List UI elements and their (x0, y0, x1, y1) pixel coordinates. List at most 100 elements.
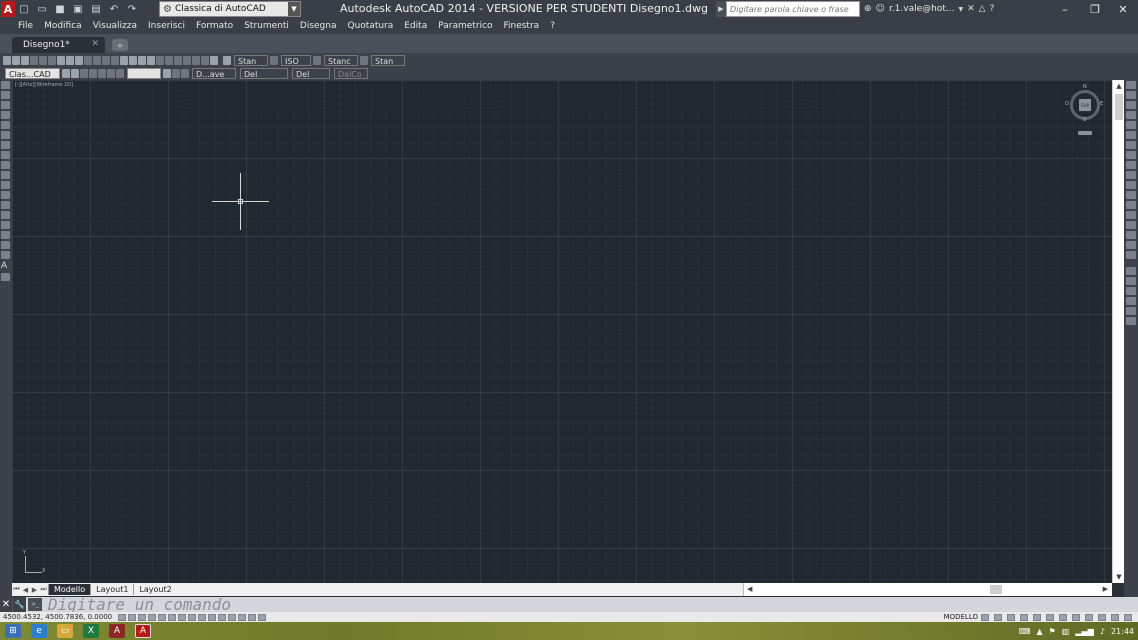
menu-finestra[interactable]: Finestra (503, 21, 539, 31)
text-style-combo[interactable]: Stan (234, 55, 268, 66)
hatch-to-back-icon[interactable] (1126, 307, 1136, 315)
tab-layout1[interactable]: Layout1 (90, 584, 133, 595)
add-selected-icon[interactable] (1, 273, 10, 281)
preview-icon[interactable] (39, 56, 47, 65)
horizontal-scroll-thumb[interactable] (990, 585, 1002, 594)
redo-icon[interactable]: ↷ (125, 2, 139, 16)
gradient-icon[interactable] (1, 231, 10, 239)
lineweight-toggle[interactable] (218, 613, 227, 621)
undo-icon[interactable]: ↶ (107, 2, 121, 16)
command-input[interactable]: Digitare un comando (44, 597, 231, 613)
clock[interactable]: 21:44 (1111, 627, 1134, 636)
wcs-menu-button[interactable] (1078, 131, 1092, 135)
text-style-icon[interactable] (223, 56, 231, 65)
revision-cloud-icon[interactable] (1, 151, 10, 159)
chevron-down-icon[interactable]: ▼ (288, 2, 300, 16)
annotation-monitor-toggle[interactable] (258, 613, 267, 621)
isolate-objects-icon[interactable] (1111, 613, 1119, 621)
linetype-combo[interactable]: Del (240, 68, 288, 79)
close-icon[interactable]: ✕ (91, 39, 99, 49)
horizontal-scrollbar[interactable]: ◀ ▶ (743, 583, 1112, 596)
circle-icon[interactable] (1, 141, 10, 149)
previous-layout-icon[interactable]: ◀ (21, 586, 30, 594)
grid-toggle[interactable] (138, 613, 147, 621)
markup-icon[interactable] (192, 56, 200, 65)
design-center-icon[interactable] (165, 56, 173, 65)
zoom-previous-icon[interactable] (147, 56, 155, 65)
network-icon[interactable]: ▥ (1062, 627, 1070, 636)
scale-icon[interactable] (1126, 151, 1136, 159)
new-tab-button[interactable]: + (112, 39, 128, 51)
menu-visualizza[interactable]: Visualizza (93, 21, 137, 31)
file-explorer-icon[interactable]: ▭ (57, 624, 73, 638)
layer-manager-icon[interactable] (62, 69, 70, 78)
signal-icon[interactable]: ▂▄▆ (1075, 627, 1093, 636)
explode-icon[interactable] (1126, 251, 1136, 259)
quick-properties-toggle[interactable] (238, 613, 247, 621)
quick-view-drawings-icon[interactable] (994, 613, 1002, 621)
menu-modifica[interactable]: Modifica (44, 21, 82, 31)
rectangle-icon[interactable] (1, 121, 10, 129)
transparency-toggle[interactable] (228, 613, 237, 621)
workspace-switch-icon[interactable] (1072, 613, 1080, 621)
autocad-active-taskbar-icon[interactable]: A (135, 624, 151, 638)
dim-style-combo[interactable]: ISO (281, 55, 311, 66)
save-icon[interactable] (21, 56, 29, 65)
stretch-icon[interactable] (1126, 161, 1136, 169)
viewcube-face-top[interactable]: SUP (1079, 99, 1091, 111)
menu-file[interactable]: File (18, 21, 33, 31)
multileader-style-icon[interactable] (360, 56, 368, 65)
sheet-set-icon[interactable] (183, 56, 191, 65)
workspace-dropdown[interactable]: ⚙ Classica di AutoCAD ▼ (159, 1, 301, 17)
workspace-combo[interactable]: Clas...CAD (5, 68, 60, 79)
redo-icon[interactable] (111, 56, 119, 65)
pan-status-icon[interactable] (1007, 613, 1015, 621)
first-layout-icon[interactable]: ⏮ (12, 585, 21, 594)
show-hidden-icons-icon[interactable]: ▲ (1036, 627, 1042, 636)
copy-icon[interactable] (66, 56, 74, 65)
new-icon[interactable] (3, 56, 11, 65)
multileader-style-combo[interactable]: Stan (371, 55, 405, 66)
wrench-icon[interactable]: 🔧 (12, 597, 26, 612)
arc-icon[interactable] (1, 131, 10, 139)
properties-icon[interactable] (156, 56, 164, 65)
dyn-toggle[interactable] (208, 613, 217, 621)
menu-inserisci[interactable]: Inserisci (148, 21, 185, 31)
match-properties-icon[interactable] (84, 56, 92, 65)
layer-off-icon[interactable] (116, 69, 124, 78)
quick-view-layouts-icon[interactable] (981, 613, 989, 621)
point-icon[interactable] (1, 211, 10, 219)
quickcalc-icon[interactable] (201, 56, 209, 65)
break-icon[interactable] (1126, 201, 1136, 209)
otrack-toggle[interactable] (188, 613, 197, 621)
rotate-icon[interactable] (1126, 141, 1136, 149)
viewport-controls-label[interactable]: [-][Alto][Wireframe 2D] (15, 82, 73, 88)
layer-previous-2-icon[interactable] (172, 69, 180, 78)
publish-icon[interactable] (48, 56, 56, 65)
osnap-toggle[interactable] (168, 613, 177, 621)
polyline-icon[interactable] (1, 101, 10, 109)
menu-edita[interactable]: Edita (404, 21, 427, 31)
ellipse-arc-icon[interactable] (1, 181, 10, 189)
pan-icon[interactable] (120, 56, 128, 65)
autocad-taskbar-icon[interactable]: A (109, 624, 125, 638)
help-icon[interactable] (210, 56, 218, 65)
model-space-button[interactable]: MODELLO (944, 613, 978, 621)
zoom-realtime-icon[interactable] (129, 56, 137, 65)
drawing-area[interactable]: [-][Alto][Wireframe 2D] SUP N S E O Y X (12, 80, 1112, 583)
undo-icon[interactable] (102, 56, 110, 65)
clean-screen-icon[interactable] (1124, 613, 1132, 621)
scroll-left-icon[interactable]: ◀ (747, 583, 752, 596)
search-input[interactable]: Digitare parola chiave o frase (726, 1, 860, 17)
layer-combo[interactable] (127, 68, 161, 79)
last-layout-icon[interactable]: ⏭ (39, 585, 48, 594)
extend-icon[interactable] (1126, 181, 1136, 189)
block-editor-icon[interactable] (93, 56, 101, 65)
menu-formato[interactable]: Formato (196, 21, 233, 31)
array-icon[interactable] (1126, 121, 1136, 129)
tab-modello[interactable]: Modello (48, 584, 91, 595)
open-icon[interactable] (12, 56, 20, 65)
autodesk-360-icon[interactable]: △ (979, 4, 986, 14)
close-icon[interactable]: ✕ (0, 597, 12, 612)
table-style-combo[interactable]: Stanc (324, 55, 358, 66)
